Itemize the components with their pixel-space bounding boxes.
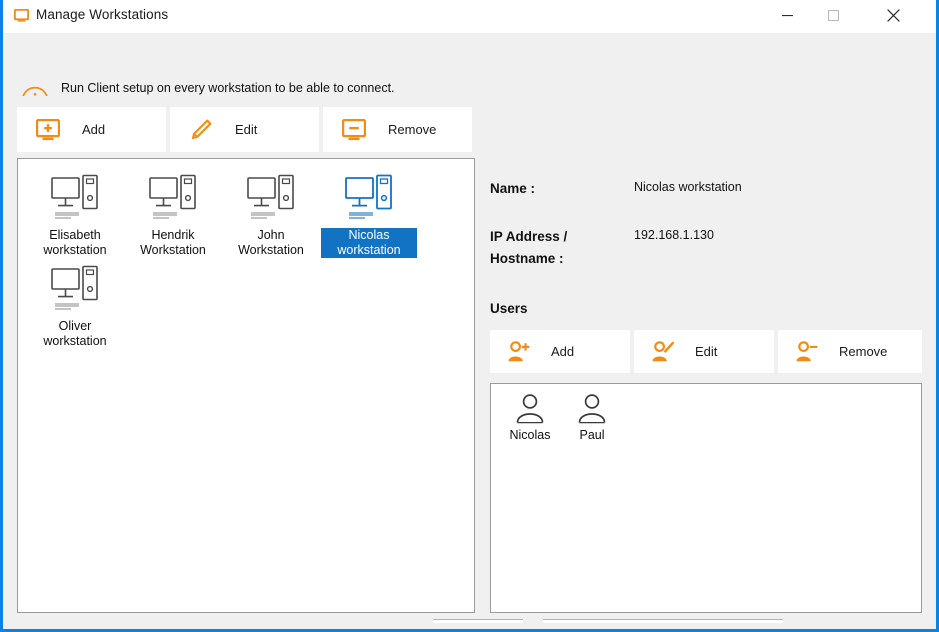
close-button[interactable] bbox=[870, 0, 916, 31]
clipped-element-right bbox=[543, 619, 783, 623]
user-add-label: Add bbox=[551, 344, 575, 359]
monitor-minus-icon bbox=[342, 118, 366, 142]
workstation-detail-panel: Name : Nicolas workstation IP Address / … bbox=[486, 158, 922, 613]
info-bar: Run Client setup on every workstation to… bbox=[3, 33, 936, 114]
bottom-clipped-row bbox=[3, 618, 936, 626]
workstation-add-button[interactable]: Add bbox=[17, 107, 166, 152]
user-item-label: Paul bbox=[579, 428, 605, 442]
workstation-item-hendrik[interactable]: Hendrik Workstation bbox=[124, 167, 222, 258]
user-icon bbox=[512, 391, 548, 427]
workstation-grid: Elisabeth workstation Hendrik Workstatio… bbox=[26, 167, 468, 349]
workstation-add-label: Add bbox=[82, 122, 106, 137]
workstation-item-label: Elisabeth workstation bbox=[43, 228, 107, 257]
workstation-edit-button[interactable]: Edit bbox=[170, 107, 319, 152]
user-icon bbox=[574, 391, 610, 427]
workstation-remove-button[interactable]: Remove bbox=[323, 107, 472, 152]
pencil-icon bbox=[189, 118, 213, 142]
workstation-item-label: John Workstation bbox=[238, 228, 304, 257]
computer-icon-selected bbox=[343, 173, 395, 225]
users-list-panel[interactable]: Nicolas Paul bbox=[490, 383, 922, 613]
user-add-button[interactable]: Add bbox=[490, 330, 630, 373]
clipped-element-left bbox=[433, 619, 523, 623]
minimize-button[interactable] bbox=[764, 0, 810, 31]
window-title: Manage Workstations bbox=[36, 7, 169, 22]
workstation-item-elisabeth[interactable]: Elisabeth workstation bbox=[26, 167, 124, 258]
user-edit-label: Edit bbox=[695, 344, 718, 359]
users-grid: Nicolas Paul bbox=[499, 391, 623, 442]
computer-icon bbox=[49, 264, 101, 316]
users-heading: Users bbox=[490, 301, 528, 316]
workstation-item-label: Nicolas workstation bbox=[321, 228, 417, 258]
maximize-icon bbox=[827, 10, 839, 21]
workstation-remove-label: Remove bbox=[388, 122, 437, 137]
ip-address-value: 192.168.1.130 bbox=[634, 228, 714, 242]
user-item-paul[interactable]: Paul bbox=[561, 391, 623, 442]
workstation-item-oliver[interactable]: Oliver workstation bbox=[26, 258, 124, 349]
info-text-line1: Run Client setup on every workstation to… bbox=[61, 81, 395, 95]
maximize-button[interactable] bbox=[810, 0, 856, 31]
user-item-nicolas[interactable]: Nicolas bbox=[499, 391, 561, 442]
title-bar: Manage Workstations bbox=[3, 0, 936, 34]
name-value: Nicolas workstation bbox=[634, 180, 742, 194]
computer-icon bbox=[49, 173, 101, 225]
user-edit-icon bbox=[651, 340, 675, 364]
workstation-list-panel[interactable]: Elisabeth workstation Hendrik Workstatio… bbox=[17, 158, 475, 613]
user-minus-icon bbox=[795, 340, 819, 364]
user-remove-button[interactable]: Remove bbox=[778, 330, 922, 373]
workstation-item-label: Hendrik Workstation bbox=[140, 228, 206, 257]
user-item-label: Nicolas bbox=[509, 428, 551, 442]
workstation-edit-label: Edit bbox=[235, 122, 258, 137]
name-label: Name : bbox=[490, 181, 536, 196]
workstation-item-label: Oliver workstation bbox=[43, 319, 107, 348]
user-remove-label: Remove bbox=[839, 344, 888, 359]
computer-icon bbox=[147, 173, 199, 225]
monitor-plus-icon bbox=[36, 118, 60, 142]
manage-workstations-window: Manage Workstations Run Client setup on … bbox=[0, 0, 939, 632]
close-icon bbox=[886, 9, 900, 22]
computer-icon bbox=[245, 173, 297, 225]
ip-address-label: IP Address / Hostname : bbox=[490, 229, 568, 266]
minimize-icon bbox=[781, 15, 793, 17]
monitor-icon bbox=[13, 8, 29, 22]
user-plus-icon bbox=[507, 340, 531, 364]
workstation-item-john[interactable]: John Workstation bbox=[222, 167, 320, 258]
user-edit-button[interactable]: Edit bbox=[634, 330, 774, 373]
workstation-item-nicolas[interactable]: Nicolas workstation bbox=[320, 167, 418, 258]
